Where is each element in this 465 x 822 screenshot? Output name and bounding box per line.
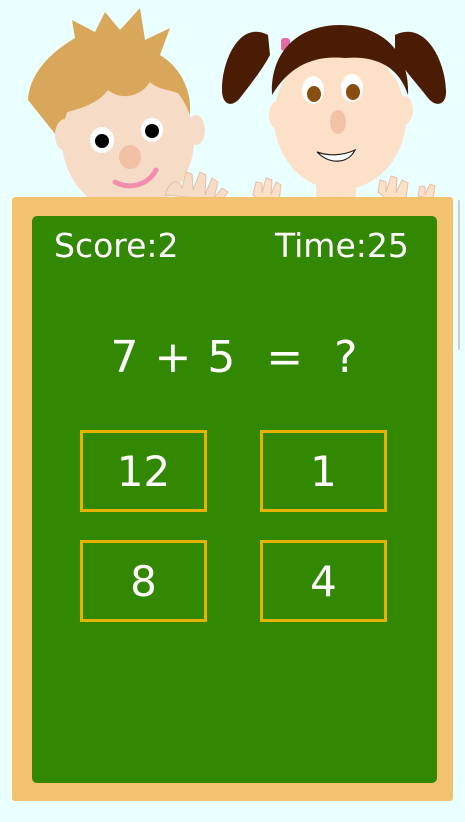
game-screen: Score:2 Time:25 7 + 5 = ? 12 1 8 4 [0,0,465,822]
answer-option-1[interactable]: 12 [80,430,207,512]
screen-edge-indicator [458,200,460,350]
kids-illustration [28,8,447,212]
answer-option-4[interactable]: 4 [260,540,387,622]
score-label: Score:2 [54,226,179,265]
math-question: 7 + 5 = ? [110,332,359,383]
boy-character [28,8,229,212]
answer-option-3[interactable]: 8 [80,540,207,622]
answer-option-label: 4 [310,556,337,606]
answer-option-2[interactable]: 1 [260,430,387,512]
answer-option-label: 8 [130,556,157,606]
time-label: Time:25 [275,226,409,265]
answer-option-label: 12 [116,446,171,496]
girl-character [222,25,447,205]
answer-option-label: 1 [310,446,337,496]
